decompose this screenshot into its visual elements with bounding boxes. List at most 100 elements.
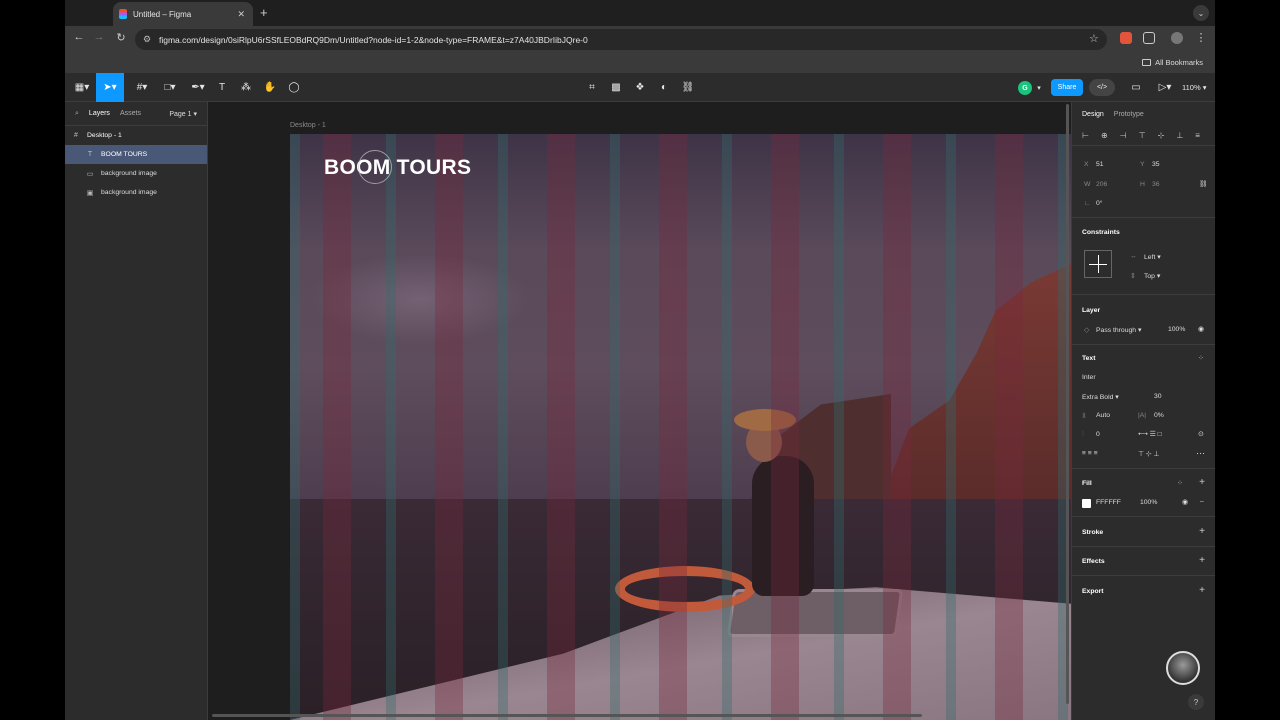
frame-tool-icon[interactable]: #▾ xyxy=(129,73,155,102)
layer-item-background-image-2[interactable]: ▣ background image xyxy=(65,183,207,202)
chevron-down-icon[interactable]: ▾ xyxy=(1035,73,1043,102)
align-center-v-icon[interactable]: ⊹ xyxy=(1158,131,1165,140)
boat-hatch-image xyxy=(726,589,904,637)
figma-icon xyxy=(119,9,127,19)
library-icon[interactable]: ▭ xyxy=(1129,73,1143,102)
headline-text-layer[interactable]: BOOM TOURS xyxy=(324,156,471,180)
fill-color-swatch[interactable] xyxy=(1082,499,1091,508)
layer-item-boom-tours[interactable]: T BOOM TOURS xyxy=(65,145,207,164)
new-tab-button[interactable]: + xyxy=(260,5,268,20)
contrast-icon[interactable]: ◐ xyxy=(655,73,673,102)
w-field[interactable]: 206 xyxy=(1096,181,1107,188)
blend-mode-select[interactable]: Pass through ▾ xyxy=(1096,326,1141,334)
address-bar[interactable]: ⚙ figma.com/design/0siRlpU6rSSfLEOBdRQ9D… xyxy=(135,29,1107,50)
artboard-desktop-1[interactable]: BOOM TOURS xyxy=(290,134,1071,720)
line-height-field[interactable]: Auto xyxy=(1096,412,1110,419)
add-effect-icon[interactable]: + xyxy=(1199,555,1205,566)
font-family-select[interactable]: Inter xyxy=(1082,374,1096,381)
add-fill-icon[interactable]: + xyxy=(1199,477,1205,488)
vertical-align-icons[interactable]: ⊤ ⊹ ⊥ xyxy=(1138,450,1159,458)
tab-assets[interactable]: Assets xyxy=(120,110,141,117)
fill-styles-icon[interactable]: ⁘ xyxy=(1177,479,1183,487)
add-export-icon[interactable]: + xyxy=(1199,585,1205,596)
constrain-proportions-icon[interactable]: ⛓ xyxy=(1199,180,1208,188)
text-options-icon[interactable]: ⊙ xyxy=(1198,430,1204,438)
eye-icon[interactable]: ◉ xyxy=(1182,498,1188,506)
forward-icon[interactable]: → xyxy=(91,31,107,43)
add-stroke-icon[interactable]: + xyxy=(1199,526,1205,537)
share-button[interactable]: Share xyxy=(1051,79,1083,96)
constraints-widget[interactable] xyxy=(1084,250,1112,278)
vertical-scrollbar[interactable] xyxy=(1066,104,1069,704)
align-top-icon[interactable]: ⊤ xyxy=(1139,131,1146,140)
align-center-h-icon[interactable]: ⊕ xyxy=(1101,131,1108,140)
text-tool-icon[interactable]: T xyxy=(213,73,231,102)
more-icon[interactable]: ⋯ xyxy=(1196,448,1205,459)
align-left-icon[interactable]: ⊢ xyxy=(1082,131,1089,140)
back-icon[interactable]: ← xyxy=(71,31,87,43)
auto-width-icon[interactable]: ⟷ ☰ □ xyxy=(1138,430,1162,438)
kebab-menu-icon[interactable]: ⋮ xyxy=(1193,31,1209,44)
comment-tool-icon[interactable]: ◯ xyxy=(285,73,303,102)
grid-icon[interactable]: ▩ xyxy=(607,73,625,102)
browser-tab[interactable]: Untitled – Figma ✕ xyxy=(113,2,253,26)
layer-item-background-image[interactable]: ▭ background image xyxy=(65,164,207,183)
bookmark-star-icon[interactable]: ☆ xyxy=(1089,32,1099,45)
dev-mode-toggle[interactable]: </> xyxy=(1089,79,1115,96)
link-icon[interactable]: ⛓ xyxy=(679,73,697,102)
layer-opacity-field[interactable]: 100% xyxy=(1168,326,1185,333)
extension-icon[interactable] xyxy=(1120,32,1132,44)
extensions-puzzle-icon[interactable] xyxy=(1143,32,1155,44)
eye-icon[interactable]: ◉ xyxy=(1198,325,1204,333)
h-field[interactable]: 36 xyxy=(1152,181,1160,188)
fill-hex-field[interactable]: FFFFFF xyxy=(1096,499,1121,506)
text-align-icons[interactable]: ≡ ≡ ≡ xyxy=(1082,450,1098,457)
canvas[interactable]: Desktop - 1 BOOM TOURS xyxy=(208,102,1071,720)
horizontal-constraint-select[interactable]: Left ▾ xyxy=(1144,253,1161,261)
hat-image xyxy=(734,409,796,431)
rotation-field[interactable]: 0° xyxy=(1096,200,1103,207)
close-icon[interactable]: ✕ xyxy=(237,9,245,20)
y-field[interactable]: 35 xyxy=(1152,161,1160,168)
horizontal-scrollbar[interactable] xyxy=(212,714,922,717)
component-icon[interactable]: ❖ xyxy=(631,73,649,102)
distribute-icon[interactable]: ≡ xyxy=(1195,131,1200,140)
font-size-field[interactable]: 30 xyxy=(1154,393,1162,400)
page-selector[interactable]: Page 1 ▾ xyxy=(169,110,197,118)
x-field[interactable]: 51 xyxy=(1096,161,1104,168)
present-icon[interactable]: ▷▾ xyxy=(1157,73,1173,102)
reload-icon[interactable]: ↻ xyxy=(113,31,129,44)
hand-tool-icon[interactable]: ✋ xyxy=(261,73,279,102)
letter-spacing-field[interactable]: 0% xyxy=(1154,412,1164,419)
align-right-icon[interactable]: ⊣ xyxy=(1120,131,1127,140)
help-icon[interactable]: ? xyxy=(1188,694,1204,710)
site-settings-icon[interactable]: ⚙ xyxy=(143,34,151,45)
tab-design[interactable]: Design xyxy=(1082,111,1104,118)
remove-fill-icon[interactable]: – xyxy=(1200,498,1204,505)
shape-tool-icon[interactable]: □▾ xyxy=(157,73,183,102)
layer-item-desktop[interactable]: # Desktop - 1 xyxy=(65,126,207,145)
paragraph-spacing-field[interactable]: 0 xyxy=(1096,431,1100,438)
stroke-title: Stroke xyxy=(1082,529,1104,536)
align-bottom-icon[interactable]: ⊥ xyxy=(1176,131,1183,140)
crop-icon[interactable]: ⌗ xyxy=(583,73,601,102)
all-bookmarks[interactable]: All Bookmarks xyxy=(1142,58,1203,67)
image-icon: ▣ xyxy=(86,189,94,197)
pen-tool-icon[interactable]: ✒▾ xyxy=(185,73,211,102)
main-menu-icon[interactable]: ▦▾ xyxy=(69,73,95,102)
user-avatar[interactable]: G xyxy=(1018,81,1032,95)
figma-toolbar: ▦▾ ➤▾ #▾ □▾ ✒▾ T ⁂ ✋ ◯ ⌗ ▩ ❖ ◐ ⛓ G ▾ Sha… xyxy=(65,73,1215,102)
text-styles-icon[interactable]: ⁘ xyxy=(1198,354,1204,362)
resources-icon[interactable]: ⁂ xyxy=(237,73,255,102)
tab-prototype[interactable]: Prototype xyxy=(1114,111,1144,118)
search-icon[interactable]: ⌕ xyxy=(75,110,79,118)
font-weight-select[interactable]: Extra Bold ▾ xyxy=(1082,393,1119,401)
profile-avatar[interactable] xyxy=(1171,32,1183,44)
tab-layers[interactable]: Layers xyxy=(89,110,110,117)
frame-label[interactable]: Desktop - 1 xyxy=(290,122,326,129)
vertical-constraint-select[interactable]: Top ▾ xyxy=(1144,272,1160,280)
move-tool-icon[interactable]: ➤▾ xyxy=(96,73,124,102)
zoom-level[interactable]: 110% ▾ xyxy=(1182,83,1207,92)
fill-opacity-field[interactable]: 100% xyxy=(1140,499,1157,506)
chevron-down-icon[interactable]: ⌄ xyxy=(1193,5,1209,21)
